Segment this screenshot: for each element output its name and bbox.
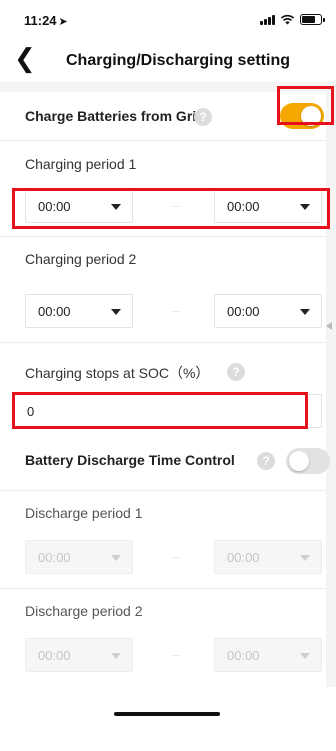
select-value: 00:00 (38, 550, 71, 565)
select-value: 00:00 (227, 199, 260, 214)
charging-period-1-label: Charging period 1 (25, 156, 137, 172)
wifi-icon (280, 14, 295, 25)
caret-down-icon (300, 309, 310, 315)
charge-grid-toggle[interactable] (280, 103, 324, 129)
page-title: Charging/Discharging setting (65, 52, 290, 69)
caret-down-icon (111, 204, 121, 210)
status-bar: 11:24 ➤ (0, 0, 336, 38)
caret-down-icon (300, 555, 310, 561)
discharge-period-1-end-select[interactable]: 00:00 (214, 540, 322, 574)
nav-bar: ❮ Charging/Discharging setting (0, 38, 336, 82)
discharge-section: Battery Discharge Time Control ? Dischar… (0, 432, 330, 687)
bottom-bar (0, 687, 336, 751)
settings-content: Charge Batteries from Grid ? Charging pe… (0, 82, 336, 687)
caret-down-icon (111, 555, 121, 561)
discharge-period-2-end-select[interactable]: 00:00 (214, 638, 322, 672)
select-value: 00:00 (227, 550, 260, 565)
charging-period-1-end-select[interactable]: 00:00 (214, 189, 322, 223)
status-time: 11:24 ➤ (24, 13, 68, 28)
charging-period-1-start-select[interactable]: 00:00 (25, 189, 133, 223)
charge-grid-title: Charge Batteries from Grid (25, 108, 205, 124)
system-icons (260, 14, 325, 25)
soc-label: Charging stops at SOC（%） (25, 365, 210, 381)
toggle-knob (301, 106, 321, 126)
discharge-help-icon[interactable]: ? (257, 452, 275, 470)
soc-input-value: 0 (27, 404, 35, 419)
location-icon: ➤ (58, 16, 68, 28)
signal-icon (260, 14, 275, 25)
discharge-period-2-label: Discharge period 2 (25, 603, 143, 619)
battery-icon (300, 14, 325, 25)
charging-period-2-end-select[interactable]: 00:00 (214, 294, 322, 328)
select-value: 00:00 (38, 648, 71, 663)
caret-down-icon (300, 204, 310, 210)
discharge-control-toggle[interactable] (286, 448, 330, 474)
caret-down-icon (111, 309, 121, 315)
scroll-indicator (326, 322, 332, 330)
soc-help-icon[interactable]: ? (227, 363, 245, 381)
caret-down-icon (111, 653, 121, 659)
charge-help-icon[interactable]: ? (194, 108, 212, 126)
select-value: 00:00 (38, 304, 71, 319)
discharge-period-1-label: Discharge period 1 (25, 505, 143, 521)
home-indicator[interactable] (114, 712, 220, 716)
caret-down-icon (300, 653, 310, 659)
charge-section: Charge Batteries from Grid ? Charging pe… (0, 92, 326, 434)
charging-period-2-start-select[interactable]: 00:00 (25, 294, 133, 328)
discharge-control-title: Battery Discharge Time Control (25, 452, 235, 468)
charging-period-2-label: Charging period 2 (25, 251, 137, 267)
select-value: 00:00 (227, 304, 260, 319)
select-value: 00:00 (38, 199, 71, 214)
soc-input[interactable]: 0 (14, 394, 322, 428)
discharge-period-1-start-select[interactable]: 00:00 (25, 540, 133, 574)
select-value: 00:00 (227, 648, 260, 663)
discharge-period-2-start-select[interactable]: 00:00 (25, 638, 133, 672)
toggle-knob (289, 451, 309, 471)
